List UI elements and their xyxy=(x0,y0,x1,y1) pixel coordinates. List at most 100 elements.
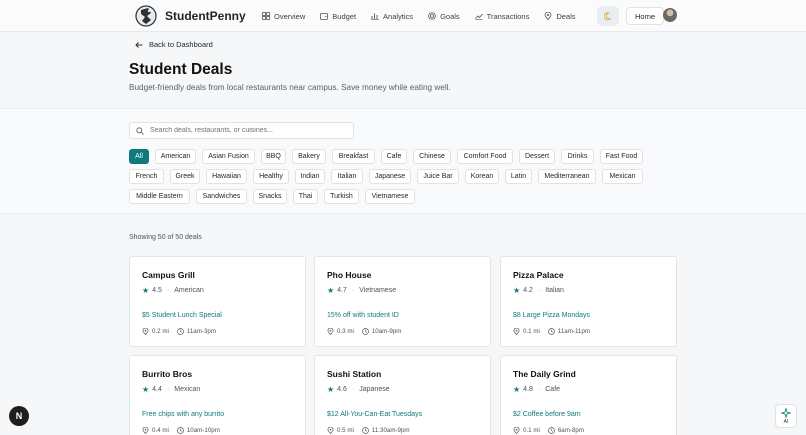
filter-chip-bakery[interactable]: Bakery xyxy=(292,149,326,164)
filter-chip-korean[interactable]: Korean xyxy=(465,169,499,184)
deal-card[interactable]: Sushi Station ★ 4.6 · Japanese $12 All-Y… xyxy=(314,355,491,435)
deal-offer: $8 Large Pizza Mondays xyxy=(513,312,591,319)
filter-chip-indian[interactable]: Indian xyxy=(295,169,325,184)
map-pin-icon xyxy=(513,328,520,335)
filter-chip-drinks[interactable]: Drinks xyxy=(561,149,594,164)
deal-name: Burrito Bros xyxy=(142,369,193,379)
filter-chip-snacks[interactable]: Snacks xyxy=(253,189,287,204)
deal-name: Pho House xyxy=(327,270,372,280)
deal-distance: 0.5 mi xyxy=(337,427,354,434)
filter-chip-juice-bar[interactable]: Juice Bar xyxy=(417,169,459,184)
deal-rating: 4.4 xyxy=(152,386,162,393)
filter-chip-healthy[interactable]: Healthy xyxy=(253,169,289,184)
deal-card[interactable]: The Daily Grind ★ 4.8 · Cafe $2 Coffee b… xyxy=(500,355,677,435)
moon-icon xyxy=(603,11,612,20)
search-icon xyxy=(136,126,144,135)
deal-rating: 4.2 xyxy=(523,287,533,294)
nav-budget[interactable]: Budget xyxy=(320,12,356,21)
deal-footer: 0.2 mi 11am-3pm xyxy=(142,328,216,335)
separator-dot: · xyxy=(537,386,541,393)
deal-card[interactable]: Burrito Bros ★ 4.4 · Mexican Free chips … xyxy=(129,355,306,435)
deal-meta: ★ 4.5 · American xyxy=(142,286,204,295)
deal-card[interactable]: Pizza Palace ★ 4.2 · Italian $8 Large Pi… xyxy=(500,256,677,347)
nav-goals[interactable]: Goals xyxy=(428,12,460,21)
nav-analytics-label: Analytics xyxy=(383,11,414,21)
map-pin-icon xyxy=(327,427,334,434)
nav-overview[interactable]: Overview xyxy=(262,12,305,21)
deal-meta: ★ 4.4 · Mexican xyxy=(142,385,200,394)
home-button[interactable]: Home xyxy=(626,7,665,25)
filter-chip-all[interactable]: All xyxy=(129,149,149,164)
filter-chip-fast-food[interactable]: Fast Food xyxy=(600,149,643,164)
filter-chip-asian-fusion[interactable]: Asian Fusion xyxy=(202,149,255,164)
dev-tools-button[interactable]: N xyxy=(9,406,29,426)
deal-hours: 11:30am-9pm xyxy=(371,427,410,434)
deal-offer: $12 All-You-Can-Eat Tuesdays xyxy=(327,411,423,418)
deal-cuisine: Japanese xyxy=(359,386,390,393)
filter-chip-japanese[interactable]: Japanese xyxy=(369,169,411,184)
deal-distance: 0.3 mi xyxy=(337,328,354,335)
filter-chip-breakfast[interactable]: Breakfast xyxy=(332,149,375,164)
back-label: Back to Dashboard xyxy=(149,40,213,49)
brand-name[interactable]: StudentPenny xyxy=(165,9,246,23)
filter-chip-greek[interactable]: Greek xyxy=(170,169,200,184)
trend-icon xyxy=(474,13,483,20)
theme-toggle-button[interactable] xyxy=(597,6,619,26)
nav-analytics[interactable]: Analytics xyxy=(371,12,413,21)
dev-tools-label: N xyxy=(15,411,23,421)
page-title: Student Deals xyxy=(129,61,233,78)
ai-assistant-button[interactable]: AI xyxy=(775,404,797,428)
deal-footer: 0.1 mi 11am-11pm xyxy=(513,328,590,335)
filter-chip-comfort-food[interactable]: Comfort Food xyxy=(457,149,513,164)
deal-offer: $2 Coffee before 9am xyxy=(513,411,581,418)
filter-chip-middle-eastern[interactable]: Middle Eastern xyxy=(129,189,190,204)
nav-deals[interactable]: Deals xyxy=(544,11,576,21)
deal-card[interactable]: Campus Grill ★ 4.5 · American $5 Student… xyxy=(129,256,306,347)
deal-distance: 0.1 mi xyxy=(523,328,540,335)
filter-chip-italian[interactable]: Italian xyxy=(331,169,363,184)
filter-chip-cafe[interactable]: Cafe xyxy=(381,149,407,164)
clock-icon xyxy=(177,328,184,335)
deal-footer: 0.5 mi 11:30am-9pm xyxy=(327,427,410,434)
separator-dot: · xyxy=(166,386,170,393)
deal-meta: ★ 4.8 · Cafe xyxy=(513,385,560,394)
map-pin-icon xyxy=(544,12,552,20)
deal-cuisine: Cafe xyxy=(545,386,561,393)
deal-rating: 4.7 xyxy=(337,287,347,294)
filter-chip-sandwiches[interactable]: Sandwiches xyxy=(196,189,247,204)
filter-chip-mexican[interactable]: Mexican xyxy=(602,169,643,184)
search-input[interactable] xyxy=(150,127,340,134)
logo-icon[interactable] xyxy=(135,4,157,28)
deal-hours: 11am-3pm xyxy=(186,328,216,335)
deal-meta: ★ 4.7 · Vietnamese xyxy=(327,286,396,295)
filter-chip-bbq[interactable]: BBQ xyxy=(261,149,286,164)
filter-chip-mediterranean[interactable]: Mediterranean xyxy=(538,169,596,184)
filter-chip-turkish[interactable]: Turkish xyxy=(324,189,359,204)
back-to-dashboard-link[interactable]: Back to Dashboard xyxy=(135,40,213,49)
search-box[interactable] xyxy=(129,122,354,139)
deal-hours: 10am-9pm xyxy=(371,328,402,335)
filter-chip-latin[interactable]: Latin xyxy=(505,169,532,184)
nav-deals-label: Deals xyxy=(556,11,576,21)
filter-chip-chinese[interactable]: Chinese xyxy=(413,149,451,164)
star-icon: ★ xyxy=(513,385,521,394)
filter-chip-dessert[interactable]: Dessert xyxy=(519,149,555,164)
nav-budget-label: Budget xyxy=(332,11,357,21)
deal-offer: Free chips with any burrito xyxy=(142,411,225,418)
filter-chip-french[interactable]: French xyxy=(129,169,164,184)
filter-chip-vietnamese[interactable]: Vietnamese xyxy=(365,189,415,204)
deal-name: Sushi Station xyxy=(327,369,382,379)
deal-footer: 0.4 mi 10am-10pm xyxy=(142,427,220,434)
separator-dot: · xyxy=(537,287,541,294)
filter-chip-hawaiian[interactable]: Hawaiian xyxy=(206,169,247,184)
deal-cuisine: Italian xyxy=(545,287,564,294)
map-pin-icon xyxy=(513,427,520,434)
separator-dot: · xyxy=(351,287,355,294)
filter-chip-american[interactable]: American xyxy=(155,149,196,164)
deal-card[interactable]: Pho House ★ 4.7 · Vietnamese 15% off wit… xyxy=(314,256,491,347)
nav-transactions[interactable]: Transactions xyxy=(474,12,529,21)
filter-chip-thai[interactable]: Thai xyxy=(293,189,318,204)
avatar[interactable] xyxy=(663,8,677,22)
deal-rating: 4.8 xyxy=(523,386,533,393)
bar-chart-icon xyxy=(371,13,380,20)
